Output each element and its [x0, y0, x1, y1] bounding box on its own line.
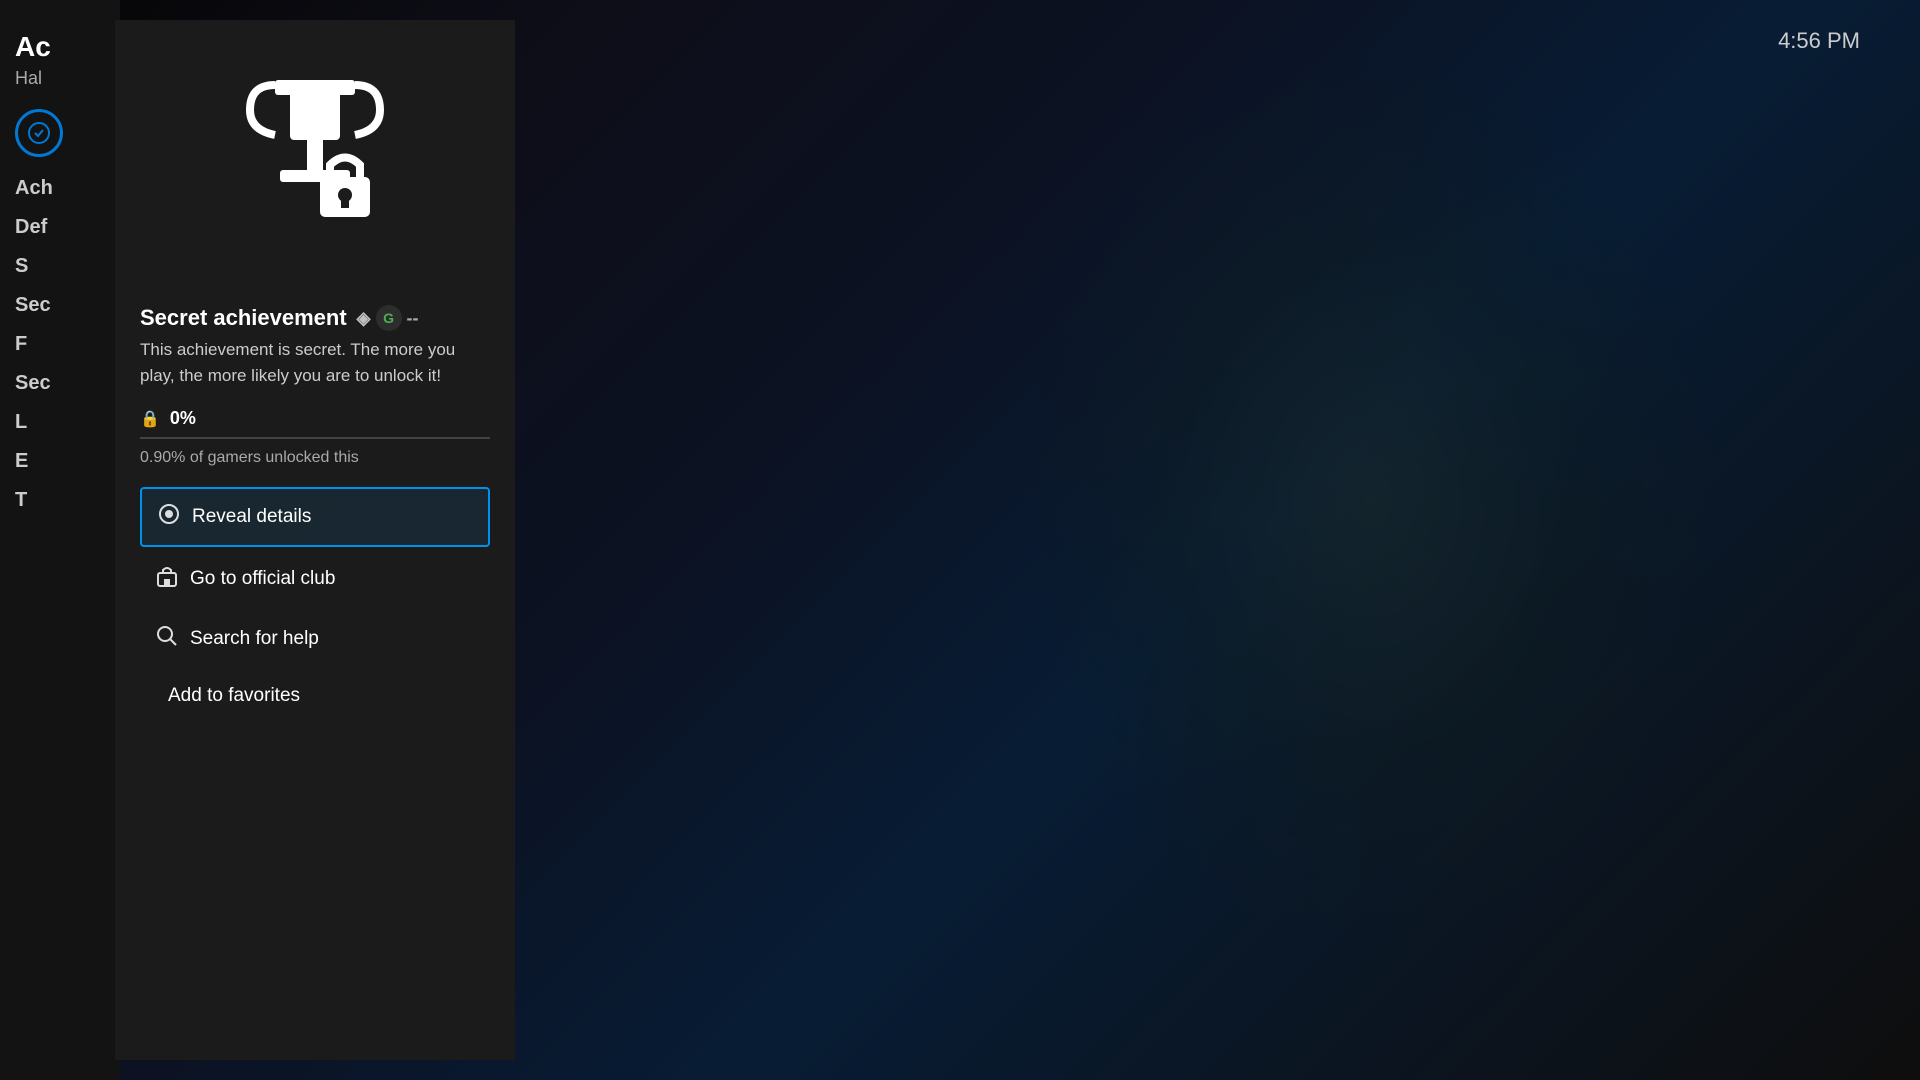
- sidebar-achievement-icon[interactable]: [15, 109, 63, 157]
- sidebar-item-sec[interactable]: Sec: [15, 294, 105, 317]
- search-help-label: Search for help: [190, 628, 319, 650]
- reveal-icon: [158, 503, 180, 531]
- diamond-badge: ◈: [357, 308, 371, 329]
- sidebar-item-f[interactable]: F: [15, 333, 105, 356]
- search-icon: [156, 625, 178, 653]
- sidebar-item-achievements[interactable]: Ach: [15, 177, 105, 200]
- search-help-button[interactable]: Search for help: [140, 611, 490, 667]
- sidebar-item-sec2[interactable]: Sec: [15, 372, 105, 395]
- sidebar-subtitle: Hal: [15, 68, 105, 89]
- progress-lock-icon: 🔒: [140, 409, 160, 429]
- sidebar-item-l[interactable]: L: [15, 411, 105, 434]
- gamers-unlocked-text: 0.90% of gamers unlocked this: [140, 449, 490, 467]
- progress-row: 🔒 0%: [140, 408, 490, 429]
- go-to-club-label: Go to official club: [190, 568, 335, 590]
- achievement-badges: ◈ G --: [357, 305, 419, 331]
- achievement-score: --: [407, 308, 419, 329]
- add-favorites-label: Add to favorites: [168, 685, 300, 707]
- trophy-lock-icon: [215, 70, 415, 275]
- time-display: 4:56 PM: [1778, 28, 1860, 54]
- sidebar: Ac Hal Ach Def S Sec F Sec L E T: [0, 0, 120, 1080]
- achievement-title-text: Secret achievement: [140, 305, 347, 331]
- sidebar-item-e[interactable]: E: [15, 450, 105, 473]
- gamerscore-badge: G: [376, 305, 402, 331]
- club-icon: [156, 565, 178, 593]
- add-favorites-button[interactable]: Add to favorites: [140, 671, 490, 721]
- reveal-details-button[interactable]: Reveal details: [140, 487, 490, 547]
- progress-bar-container: [140, 437, 490, 439]
- main-panel: Secret achievement ◈ G -- This achieveme…: [115, 20, 515, 1060]
- achievement-description: This achievement is secret. The more you…: [140, 337, 490, 388]
- go-to-club-button[interactable]: Go to official club: [140, 551, 490, 607]
- sidebar-item-def[interactable]: Def: [15, 216, 105, 239]
- achievement-title-row: Secret achievement ◈ G --: [140, 305, 490, 331]
- sidebar-title: Ac: [15, 30, 105, 64]
- sidebar-item-t[interactable]: T: [15, 489, 105, 512]
- achievement-icon-area: [140, 70, 490, 275]
- progress-value: 0%: [170, 408, 196, 429]
- sidebar-item-s[interactable]: S: [15, 255, 105, 278]
- reveal-details-label: Reveal details: [192, 506, 311, 528]
